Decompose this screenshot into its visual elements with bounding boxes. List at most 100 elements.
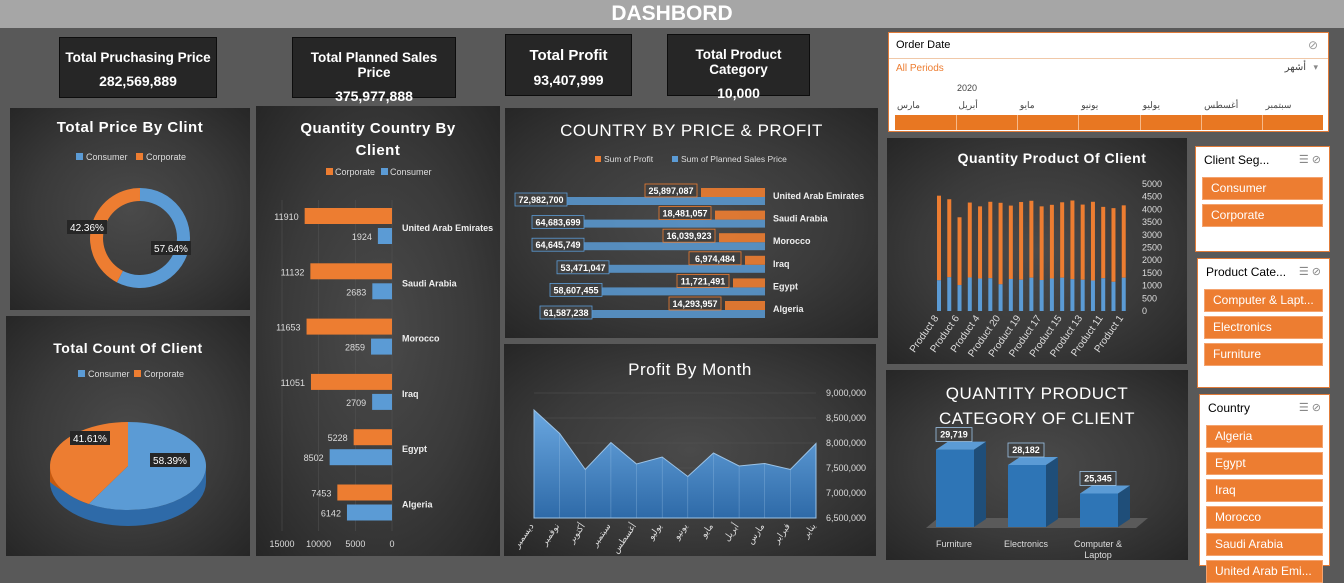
column-consumer[interactable] xyxy=(1080,279,1085,311)
column-corporate[interactable] xyxy=(957,217,962,286)
column-corporate[interactable] xyxy=(967,202,972,278)
column-corporate[interactable] xyxy=(1080,204,1085,280)
bar-sales[interactable] xyxy=(582,242,765,251)
column-corporate[interactable] xyxy=(1008,205,1013,279)
slicer-item-morocco[interactable]: Morocco xyxy=(1206,506,1323,529)
timeline-month-label[interactable]: يونيو xyxy=(1081,100,1098,111)
timeline-month-label[interactable]: مايو xyxy=(1020,100,1035,111)
bar-profit[interactable] xyxy=(745,255,765,265)
country-by-price-profit-chart[interactable]: COUNTRY BY PRICE & PROFIT Sum of Profit … xyxy=(505,108,878,338)
slicer-item-algeria[interactable]: Algeria xyxy=(1206,425,1323,448)
column-consumer[interactable] xyxy=(947,277,952,311)
column-corporate[interactable] xyxy=(998,202,1003,285)
column-consumer[interactable] xyxy=(1060,277,1065,311)
column-consumer[interactable] xyxy=(1008,278,1013,311)
column-consumer[interactable] xyxy=(1029,277,1034,311)
column-consumer[interactable] xyxy=(988,278,993,311)
client-segment-slicer[interactable]: Client Seg... ☰ ⊘ Consumer Corporate xyxy=(1195,146,1330,252)
bar-profit[interactable] xyxy=(719,233,765,243)
bar-sales[interactable] xyxy=(565,197,765,205)
column-front[interactable] xyxy=(936,449,974,527)
country-slicer[interactable]: Country ☰ ⊘ Algeria Egypt Iraq Morocco S… xyxy=(1199,394,1330,583)
bar-sales[interactable] xyxy=(600,287,765,296)
column-corporate[interactable] xyxy=(1070,200,1075,280)
timeline-month-label[interactable]: يوليو xyxy=(1143,100,1160,111)
slicer-item-electronics[interactable]: Electronics xyxy=(1204,316,1323,339)
column-corporate[interactable] xyxy=(1029,200,1034,278)
bar-consumer[interactable] xyxy=(329,449,392,466)
bar-profit[interactable] xyxy=(715,210,765,220)
slicer-item-computer-laptop[interactable]: Computer & Lapt... xyxy=(1204,289,1323,312)
total-price-by-client-chart[interactable]: Total Price By Clint Consumer Corporate … xyxy=(10,108,250,310)
bar-sales[interactable] xyxy=(582,219,765,228)
column-corporate[interactable] xyxy=(1060,202,1065,278)
column-corporate[interactable] xyxy=(1039,206,1044,281)
timeline-range-bar[interactable] xyxy=(895,115,1323,130)
bar-corporate[interactable] xyxy=(310,263,392,280)
bar-consumer[interactable] xyxy=(346,504,392,521)
bar-corporate[interactable] xyxy=(304,208,392,224)
product-category-slicer[interactable]: Product Cate... ☰ ⊘ Computer & Lapt... E… xyxy=(1197,258,1330,388)
column-corporate[interactable] xyxy=(937,195,941,281)
multi-select-icon[interactable]: ☰ ⊘ xyxy=(1299,153,1321,166)
column-consumer[interactable] xyxy=(957,285,962,311)
column-corporate[interactable] xyxy=(978,206,983,279)
timeline-month-label[interactable]: سبتمبر xyxy=(1266,100,1292,111)
column-corporate[interactable] xyxy=(947,199,952,278)
column-consumer[interactable] xyxy=(1090,280,1095,311)
bar-sales[interactable] xyxy=(590,310,765,318)
timeline-month-label[interactable]: مارس xyxy=(897,100,920,111)
column-consumer[interactable] xyxy=(1101,278,1106,311)
slicer-item-iraq[interactable]: Iraq xyxy=(1206,479,1323,502)
column-consumer[interactable] xyxy=(967,277,972,311)
column-consumer[interactable] xyxy=(1049,278,1054,311)
profit-by-month-chart[interactable]: Profit By Month 9,000,000 8,500,000 8,000,… xyxy=(504,344,876,556)
bar-corporate[interactable] xyxy=(310,373,392,390)
column-consumer[interactable] xyxy=(1039,280,1044,311)
bar-profit[interactable] xyxy=(733,278,765,288)
column-corporate[interactable] xyxy=(1121,205,1126,278)
column-corporate[interactable] xyxy=(1090,201,1095,281)
timeline-month-label[interactable]: أغسطس xyxy=(1204,100,1238,111)
time-level-selector[interactable]: أشهر xyxy=(1285,62,1306,73)
bar-corporate[interactable] xyxy=(353,429,392,446)
column-corporate[interactable] xyxy=(988,201,993,279)
slicer-item-furniture[interactable]: Furniture xyxy=(1204,343,1323,366)
column-consumer[interactable] xyxy=(1111,281,1116,311)
multi-select-icon[interactable]: ☰ ⊘ xyxy=(1299,401,1321,414)
column-front[interactable] xyxy=(1008,464,1046,527)
column-consumer[interactable] xyxy=(978,278,983,311)
timeline-month-label[interactable]: أبريل xyxy=(958,100,977,111)
bar-corporate[interactable] xyxy=(306,318,392,335)
multi-select-icon[interactable]: ☰ ⊘ xyxy=(1299,265,1321,278)
area-series[interactable] xyxy=(533,408,817,519)
column-corporate[interactable] xyxy=(1101,206,1106,279)
bar-sales[interactable] xyxy=(607,264,765,273)
quantity-category-of-client-chart[interactable]: QUANTITY PRODUCT CATEGORY OF CLIENT 29,7… xyxy=(886,370,1188,560)
bar-consumer[interactable] xyxy=(372,393,392,410)
bar-consumer[interactable] xyxy=(372,283,392,300)
slicer-item-uae[interactable]: United Arab Emi... xyxy=(1206,560,1323,583)
column-corporate[interactable] xyxy=(1111,208,1116,282)
column-corporate[interactable] xyxy=(1049,204,1054,279)
column-consumer[interactable] xyxy=(1121,277,1126,311)
slicer-item-consumer[interactable]: Consumer xyxy=(1202,177,1323,200)
chevron-down-icon[interactable]: ▾ xyxy=(1313,62,1318,73)
donut-slice-corporate[interactable] xyxy=(90,188,140,283)
bar-consumer[interactable] xyxy=(377,228,392,244)
column-consumer[interactable] xyxy=(1070,279,1075,311)
column-consumer[interactable] xyxy=(998,284,1003,311)
bar-profit[interactable] xyxy=(701,188,765,197)
bar-corporate[interactable] xyxy=(337,484,392,501)
bar-consumer[interactable] xyxy=(371,338,392,355)
slicer-item-saudi-arabia[interactable]: Saudi Arabia xyxy=(1206,533,1323,556)
order-date-timeline[interactable]: Order Date ⊘ All Periods أشهر ▾ 2020 مار… xyxy=(888,32,1329,132)
bar-profit[interactable] xyxy=(725,301,765,310)
slicer-item-corporate[interactable]: Corporate xyxy=(1202,204,1323,227)
column-consumer[interactable] xyxy=(1019,279,1024,311)
quantity-country-by-client-chart[interactable]: Quantity Country By Client Corporate Con… xyxy=(256,106,500,556)
clear-filter-icon[interactable]: ⊘ xyxy=(1308,38,1318,52)
total-count-of-client-chart[interactable]: Total Count Of Client Consumer Corporate… xyxy=(6,316,250,556)
column-corporate[interactable] xyxy=(1019,202,1024,280)
column-consumer[interactable] xyxy=(937,280,941,311)
